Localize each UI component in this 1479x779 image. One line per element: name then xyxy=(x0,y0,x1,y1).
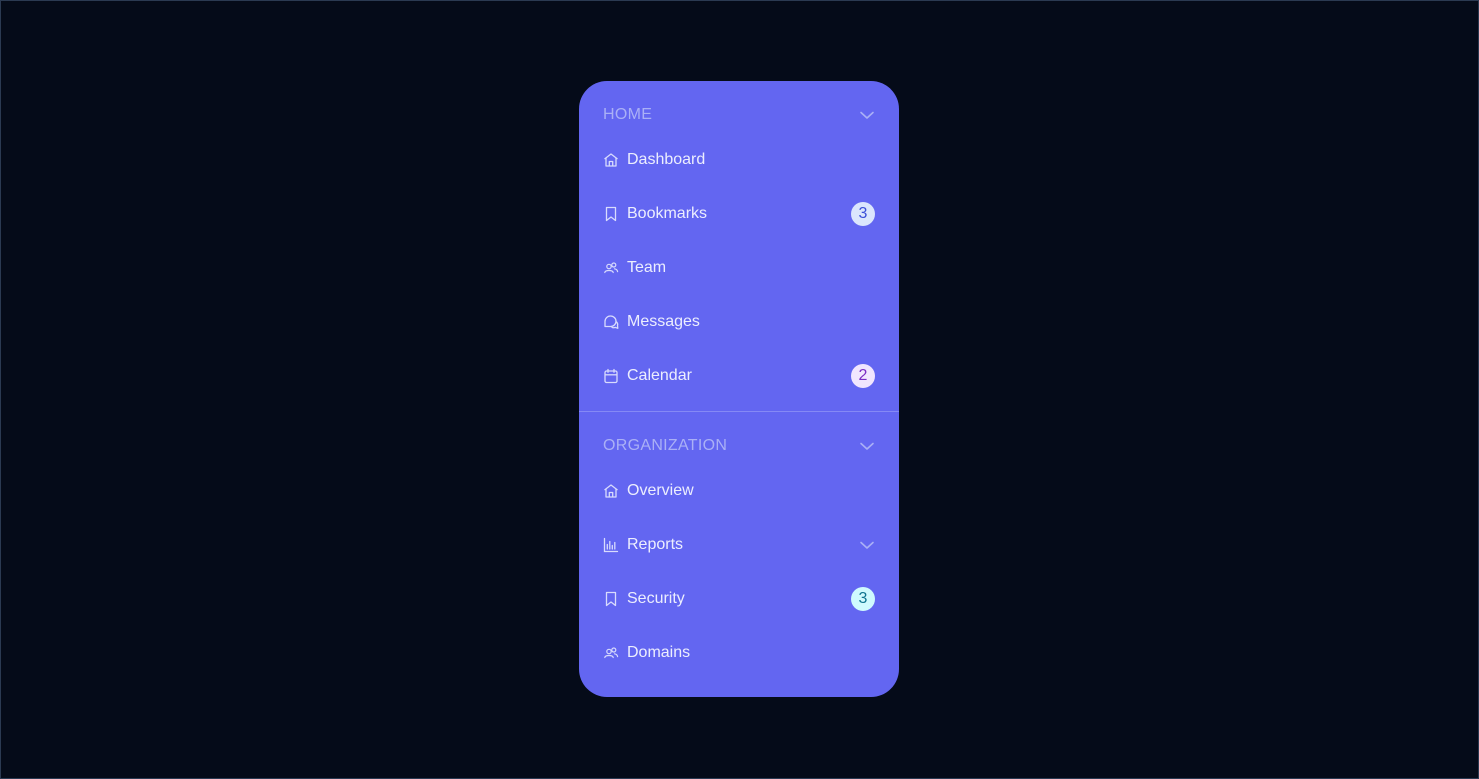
sidebar-item-content: Dashboard xyxy=(603,151,705,169)
sidebar-item-label: Team xyxy=(627,259,667,276)
sidebar-item-bookmarks[interactable]: Bookmarks 3 xyxy=(603,187,875,241)
section-home: HOME Dashboard Bookmarks 3 Team Messages… xyxy=(579,81,899,403)
sidebar-item-label: Overview xyxy=(627,482,694,499)
sidebar-item-label: Reports xyxy=(627,536,684,553)
home-icon xyxy=(603,483,619,499)
section-organization-title: ORGANIZATION xyxy=(603,437,728,454)
sidebar-item-content: Domains xyxy=(603,644,690,662)
chat-icon xyxy=(603,314,619,330)
home-icon xyxy=(603,152,619,168)
sidebar-item-calendar[interactable]: Calendar 2 xyxy=(603,349,875,403)
section-home-items: Dashboard Bookmarks 3 Team Messages Cale… xyxy=(603,133,875,403)
users-icon xyxy=(603,260,619,276)
section-home-title: HOME xyxy=(603,106,653,123)
sidebar-item-messages[interactable]: Messages xyxy=(603,295,875,349)
sidebar-item-content: Bookmarks xyxy=(603,205,707,223)
section-organization-items: Overview Reports Security 3 Domains xyxy=(603,464,875,680)
sidebar-item-label: Dashboard xyxy=(627,151,706,168)
calendar-icon xyxy=(603,368,619,384)
count-badge: 3 xyxy=(851,202,875,226)
sidebar-panel: HOME Dashboard Bookmarks 3 Team Messages… xyxy=(579,81,899,697)
section-organization: ORGANIZATION Overview Reports Security 3… xyxy=(579,412,899,680)
sidebar-item-label: Bookmarks xyxy=(627,205,708,222)
sidebar-item-content: Security xyxy=(603,590,685,608)
sidebar-item-reports[interactable]: Reports xyxy=(603,518,875,572)
sidebar-item-content: Messages xyxy=(603,313,700,331)
chevron-down-icon[interactable] xyxy=(859,537,875,553)
sidebar-item-content: Overview xyxy=(603,482,694,500)
users-icon xyxy=(603,645,619,661)
sidebar-item-dashboard[interactable]: Dashboard xyxy=(603,133,875,187)
bookmark-icon xyxy=(603,591,619,607)
chevron-down-icon[interactable] xyxy=(859,438,875,454)
count-badge: 2 xyxy=(851,364,875,388)
count-badge: 3 xyxy=(851,587,875,611)
sidebar-item-label: Messages xyxy=(627,313,700,330)
sidebar-item-overview[interactable]: Overview xyxy=(603,464,875,518)
sidebar-item-content: Calendar xyxy=(603,367,692,385)
sidebar-item-label: Calendar xyxy=(627,367,692,384)
sidebar-item-label: Domains xyxy=(627,644,691,661)
sidebar-item-label: Security xyxy=(627,590,685,607)
sidebar-item-content: Reports xyxy=(603,536,683,554)
bookmark-icon xyxy=(603,206,619,222)
sidebar-item-team[interactable]: Team xyxy=(603,241,875,295)
sidebar-item-security[interactable]: Security 3 xyxy=(603,572,875,626)
sidebar-item-content: Team xyxy=(603,259,666,277)
sidebar-item-domains[interactable]: Domains xyxy=(603,626,875,680)
chevron-down-icon[interactable] xyxy=(859,107,875,123)
bar-chart-icon xyxy=(603,537,619,553)
